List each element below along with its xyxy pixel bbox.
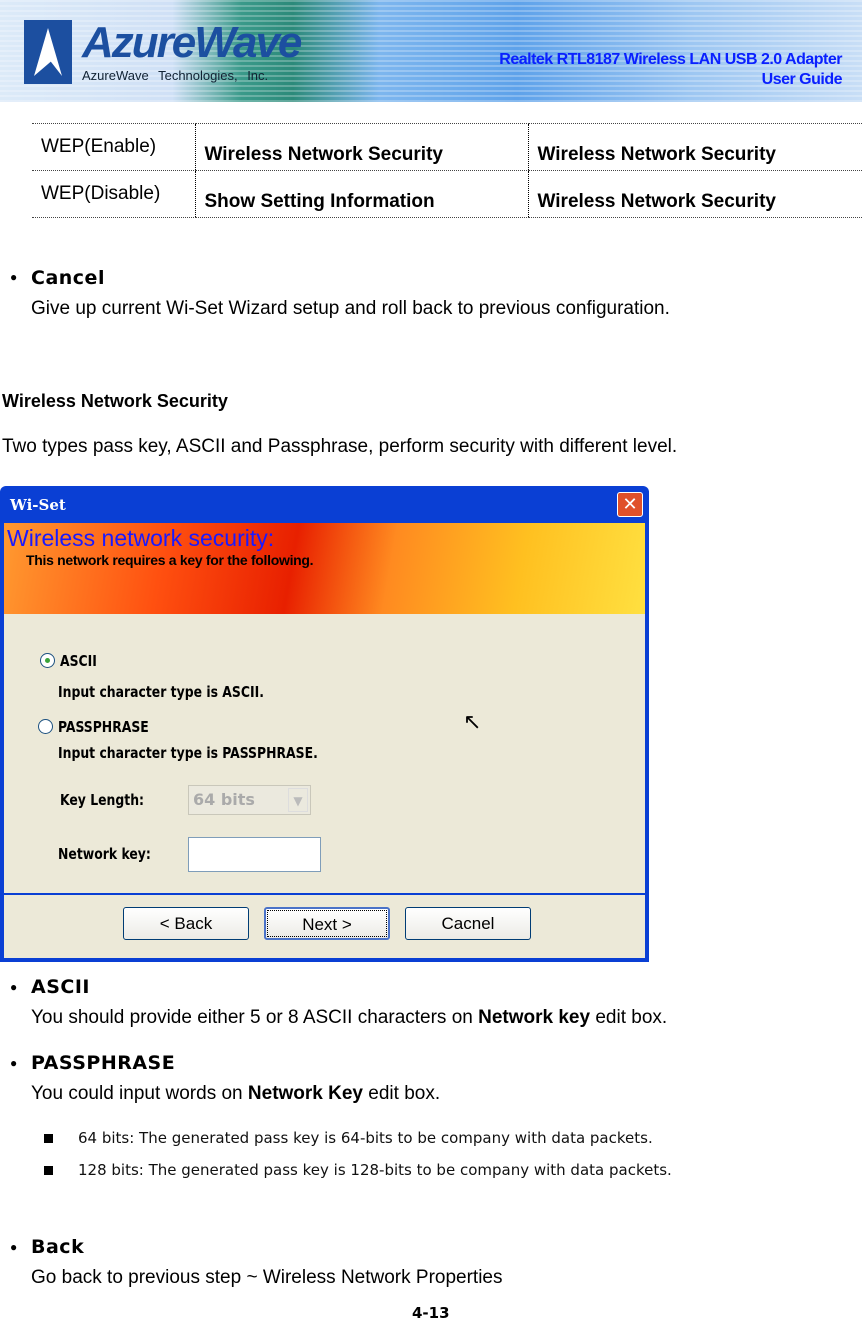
dialog-title: Wi-Set <box>10 496 66 514</box>
section-intro: Two types pass key, ASCII and Passphrase… <box>2 436 678 457</box>
next-button[interactable]: Next > <box>264 907 390 940</box>
ascii-radio[interactable] <box>40 653 55 668</box>
document-title: Realtek RTL8187 Wireless LAN USB 2.0 Ada… <box>499 50 842 90</box>
list-item: 64 bits: The generated pass key is 64-bi… <box>78 1129 653 1147</box>
ascii-description: Input character type is ASCII. <box>58 683 264 701</box>
ascii-heading: ASCII <box>31 976 90 998</box>
bullet-icon: ● <box>10 1056 18 1070</box>
dialog-header-image: Wireless network security: This network … <box>4 523 645 614</box>
passphrase-label[interactable]: PASSPHRASE <box>58 718 149 736</box>
wi-set-dialog-screenshot: Wi-Set ✕ Wireless network security: This… <box>0 486 649 962</box>
key-length-label: Key Length: <box>60 791 145 809</box>
cancel-heading: Cancel <box>31 267 105 289</box>
network-key-label: Network key: <box>58 845 151 863</box>
ascii-text: You should provide either 5 or 8 ASCII c… <box>31 1007 668 1028</box>
table-cell: WEP(Enable) <box>32 123 195 171</box>
table-row: WEP(Disable) Show Setting Information Wi… <box>32 170 862 218</box>
passphrase-heading: PASSPHRASE <box>31 1052 176 1074</box>
dialog-subheading: This network requires a key for the foll… <box>26 552 314 568</box>
back-text: Go back to previous step ~ Wireless Netw… <box>31 1267 503 1288</box>
table-cell: Wireless Network Security <box>527 123 862 171</box>
page-number: 4-13 <box>412 1304 450 1322</box>
page-header-banner: AzureWave AzureWave Technologies, Inc. R… <box>0 0 862 102</box>
square-bullet-icon <box>44 1134 53 1143</box>
guide-label: User Guide <box>761 71 843 88</box>
cancel-button[interactable]: Cacnel <box>405 907 531 940</box>
table-cell: Wireless Network Security <box>527 170 862 218</box>
azurewave-logo-icon <box>24 20 72 84</box>
logo-text: AzureWave <box>82 18 302 67</box>
wep-table: WEP(Enable) Wireless Network Security Wi… <box>32 123 862 218</box>
cancel-text: Give up current Wi-Set Wizard setup and … <box>31 298 670 319</box>
passphrase-description: Input character type is PASSPHRASE. <box>58 744 318 762</box>
table-cell: WEP(Disable) <box>32 170 195 218</box>
table-cell: Wireless Network Security <box>194 123 528 171</box>
ascii-label[interactable]: ASCII <box>60 652 97 670</box>
passphrase-radio[interactable] <box>38 719 53 734</box>
back-heading: Back <box>31 1236 85 1258</box>
bullet-icon: ● <box>10 270 18 284</box>
chevron-down-icon[interactable]: ▼ <box>288 788 308 812</box>
passphrase-text: You could input words on Network Key edi… <box>31 1083 441 1104</box>
network-key-input[interactable] <box>188 837 321 872</box>
key-length-value: 64 bits <box>193 790 255 809</box>
list-item: 128 bits: The generated pass key is 128-… <box>78 1161 672 1179</box>
close-icon[interactable]: ✕ <box>617 492 643 517</box>
bullet-icon: ● <box>10 1240 18 1254</box>
table-row: WEP(Enable) Wireless Network Security Wi… <box>32 123 862 171</box>
table-cell: Show Setting Information <box>194 170 528 218</box>
section-title: Wireless Network Security <box>2 391 228 411</box>
key-length-select[interactable]: 64 bits ▼ <box>188 785 311 815</box>
divider <box>4 893 645 895</box>
product-name: Realtek RTL8187 Wireless LAN USB 2.0 Ada… <box>499 51 842 68</box>
mouse-cursor-icon: ↖ <box>463 709 482 734</box>
square-bullet-icon <box>44 1166 53 1175</box>
dialog-client: Wireless network security: This network … <box>4 523 645 958</box>
company-name: AzureWave Technologies, Inc. <box>82 68 269 83</box>
dialog-heading: Wireless network security: <box>7 525 275 551</box>
back-button[interactable]: < Back <box>123 907 249 940</box>
bullet-icon: ● <box>10 980 18 994</box>
